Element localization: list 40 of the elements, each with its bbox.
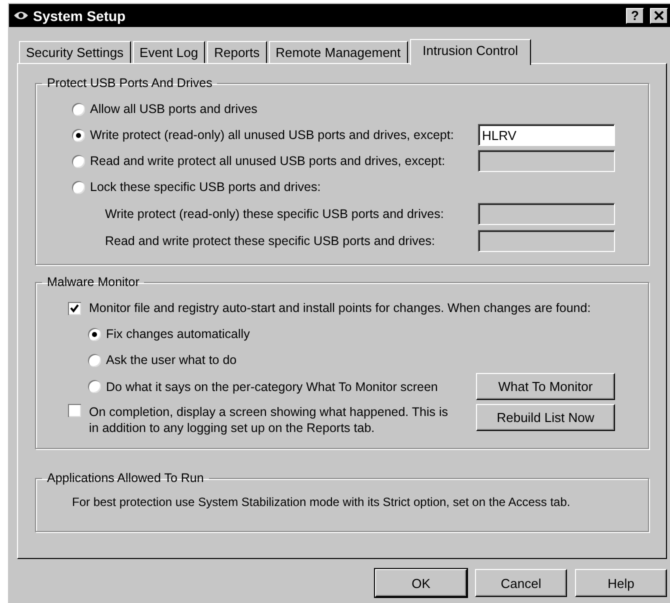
- tab[interactable]: Reports: [207, 41, 267, 63]
- option-label: Allow all USB ports and drives: [90, 102, 258, 116]
- close-icon: [654, 11, 664, 20]
- radio-button[interactable]: [72, 102, 85, 116]
- dialog-button[interactable]: Help: [575, 569, 667, 597]
- dialog-button[interactable]: OK: [375, 569, 467, 597]
- tab[interactable]: Remote Management: [268, 41, 408, 63]
- radio-button[interactable]: [88, 354, 101, 366]
- option-label: Read and write protect all unused USB ports and drives, except:: [90, 154, 446, 168]
- option-label: Do what it says on the per-category What To Monitor screen: [106, 380, 438, 394]
- what-to-monitor-button[interactable]: What To Monitor: [476, 373, 615, 400]
- group-title: Applications Allowed To Run: [46, 471, 205, 485]
- dialog-button[interactable]: Cancel: [475, 569, 567, 597]
- option-label: Ask the user what to do: [106, 353, 237, 367]
- radio-button[interactable]: [72, 128, 85, 142]
- radio-button[interactable]: [72, 180, 85, 194]
- eye-icon: [13, 10, 29, 21]
- rebuild-list-button[interactable]: Rebuild List Now: [476, 404, 615, 431]
- option-label: Read and write protect these specific USB ports and drives:: [105, 234, 436, 248]
- window-title: System Setup: [33, 8, 127, 24]
- checkbox-label: On completion, display a screen showing what happened. This is in addition to any logging set up on the Reports tab.: [89, 404, 450, 436]
- option-label: Write protect (read-only) these specific USB ports and drives:: [105, 206, 444, 220]
- group-title: Malware Monitor: [46, 275, 140, 289]
- radio-button[interactable]: [72, 154, 85, 168]
- close-button[interactable]: [650, 8, 668, 24]
- checkbox[interactable]: [68, 302, 81, 314]
- checkbox-label: Monitor file and registry auto-start and install points for changes. When changes are found:: [89, 301, 591, 315]
- option-label: Write protect (read-only) all unused USB ports and drives, except:: [90, 128, 454, 142]
- tab[interactable]: Intrusion Control: [410, 39, 532, 65]
- group-title: Protect USB Ports And Drives: [46, 76, 214, 90]
- tab[interactable]: Security Settings: [19, 41, 131, 63]
- option-label: Lock these specific USB ports and drives:: [90, 180, 321, 194]
- input-field[interactable]: HLRV: [478, 124, 615, 146]
- info-text: For best protection use System Stabilization mode with its Strict option, set on the Access tab.: [72, 494, 572, 511]
- help-button[interactable]: ?: [626, 8, 644, 24]
- radio-button[interactable]: [88, 328, 101, 340]
- checkbox[interactable]: [68, 404, 81, 417]
- tab[interactable]: Event Log: [132, 41, 206, 63]
- radio-button[interactable]: [88, 380, 101, 393]
- option-label: Fix changes automatically: [106, 327, 250, 341]
